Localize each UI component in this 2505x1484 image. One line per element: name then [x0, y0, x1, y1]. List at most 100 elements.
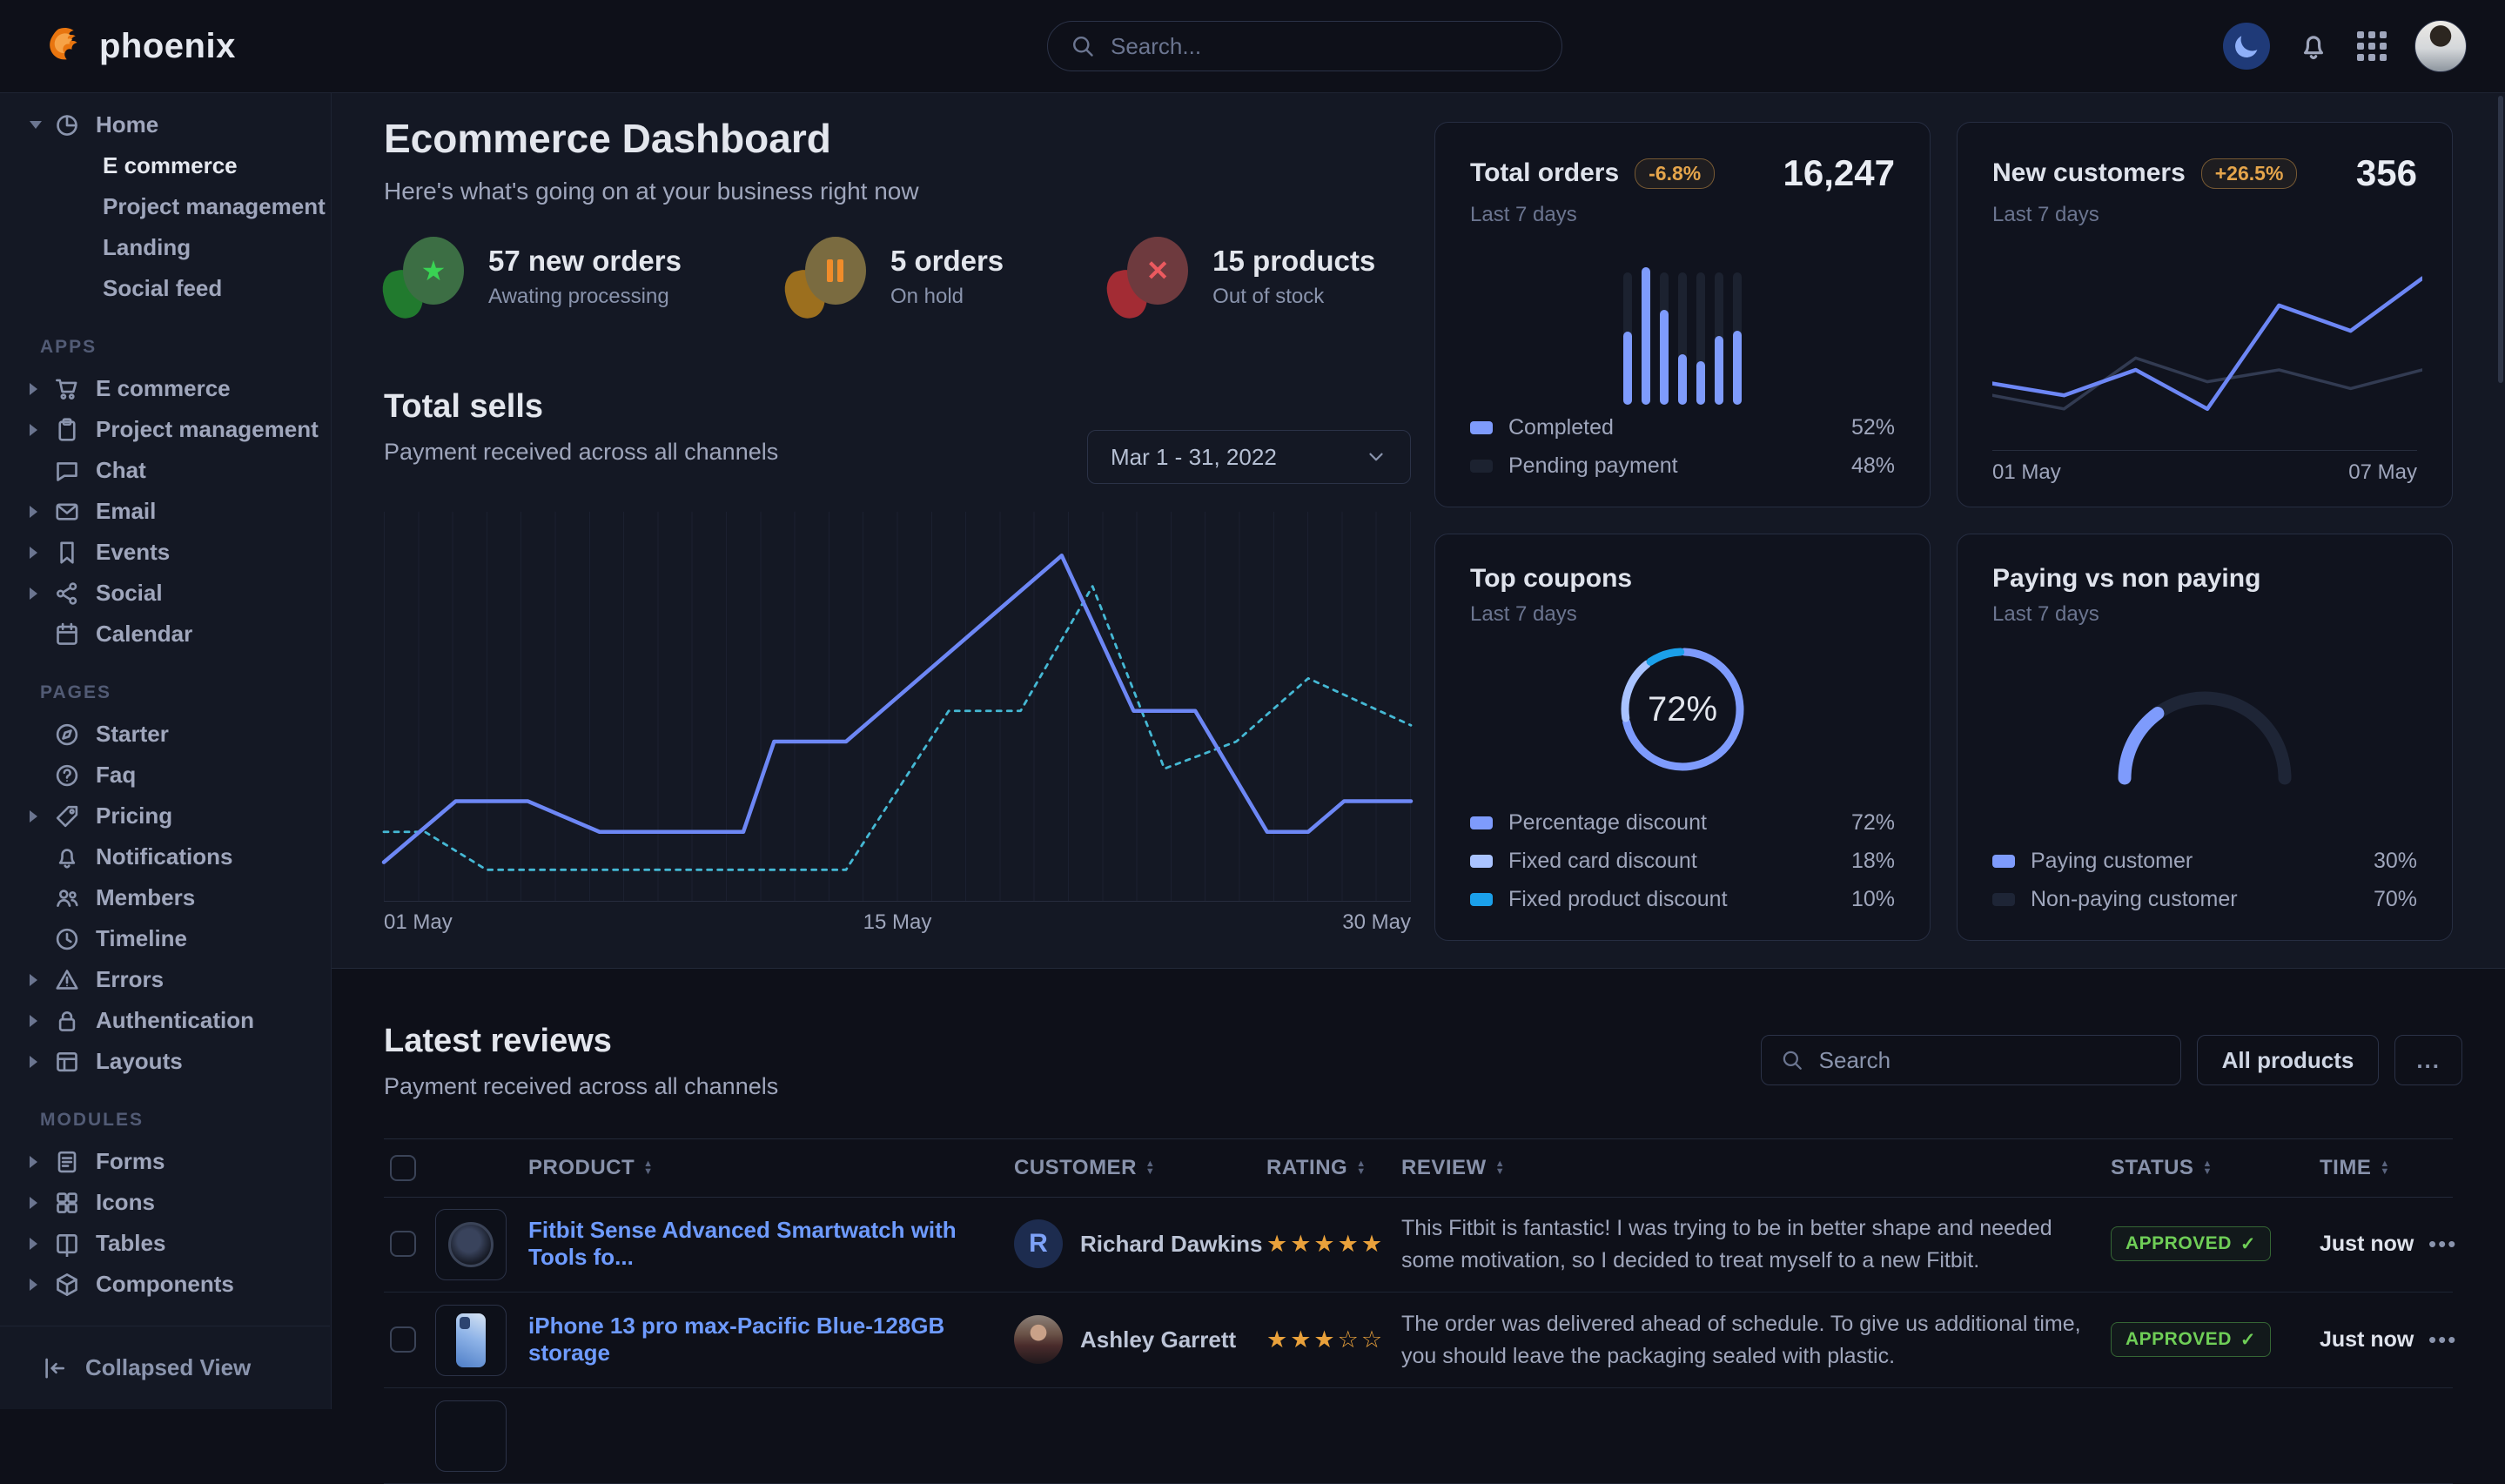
sidebar-item-faq[interactable]: Faq: [0, 755, 331, 796]
row-checkbox[interactable]: [390, 1326, 416, 1353]
column-header-time[interactable]: TIME▲▼: [2320, 1139, 2390, 1197]
column-header-review[interactable]: REVIEW▲▼: [1401, 1139, 1505, 1197]
navbar-search[interactable]: [1047, 21, 1562, 71]
order-bar: [1660, 252, 1669, 405]
column-header-status[interactable]: STATUS▲▼: [2111, 1139, 2213, 1197]
card-period: Last 7 days: [1992, 203, 2417, 227]
total-sells-subtitle: Payment received across all channels: [384, 439, 778, 466]
product-link[interactable]: iPhone 13 pro max-Pacific Blue-128GB sto…: [528, 1292, 998, 1387]
cube-icon: [54, 1272, 80, 1298]
row-checkbox[interactable]: [390, 1231, 416, 1257]
sidebar-item-project-management[interactable]: Project management: [0, 409, 331, 450]
order-bar: [1623, 252, 1632, 405]
legend-row: Percentage discount72%: [1470, 810, 1895, 836]
caret-right-icon: [30, 424, 37, 436]
notifications-button[interactable]: [2298, 30, 2329, 62]
new-customers-card: New customers +26.5% 356 Last 7 days 01 …: [1957, 122, 2453, 507]
all-products-button[interactable]: All products: [2197, 1035, 2380, 1085]
legend-label: Paying customer: [2031, 849, 2193, 874]
sidebar-item-social[interactable]: Social: [0, 573, 331, 614]
date-range-select[interactable]: Mar 1 - 31, 2022: [1087, 430, 1411, 484]
tag-icon: [54, 803, 80, 829]
legend-value: 70%: [2374, 887, 2417, 912]
trend-badge: +26.5%: [2201, 158, 2298, 189]
navbar-actions: [2223, 0, 2467, 92]
warning-icon: [54, 967, 80, 993]
paying-legend: Paying customer30%Non-paying customer70%: [1992, 849, 2417, 912]
stat-value: 57 new orders: [488, 245, 682, 278]
share-icon: [54, 581, 80, 607]
sidebar-section-label: PAGES: [0, 682, 331, 703]
legend-row: Paying customer30%: [1992, 849, 2417, 874]
sidebar-item-calendar[interactable]: Calendar: [0, 614, 331, 655]
user-avatar[interactable]: [2414, 20, 2467, 72]
latest-reviews-section: Latest reviews Payment received across a…: [332, 968, 2505, 1409]
bookmark-icon: [54, 540, 80, 566]
sidebar-subitem-landing[interactable]: Landing: [0, 227, 331, 268]
order-bar: [1696, 252, 1705, 405]
sidebar-item-authentication[interactable]: Authentication: [0, 1000, 331, 1041]
reviews-title: Latest reviews: [384, 1023, 612, 1060]
sidebar-item-errors[interactable]: Errors: [0, 959, 331, 1000]
row-more-button[interactable]: •••: [2428, 1292, 2457, 1387]
product-thumbnail: [435, 1400, 507, 1472]
brand-logo[interactable]: phoenix: [45, 0, 236, 92]
sidebar-nav: HomeE commerceProject managementLandingS…: [0, 104, 331, 1305]
sidebar-item-events[interactable]: Events: [0, 532, 331, 573]
product-link[interactable]: Fitbit Sense Advanced Smartwatch with To…: [528, 1196, 998, 1292]
sidebar-item-icons[interactable]: Icons: [0, 1182, 331, 1223]
sidebar-subitem-project-management[interactable]: Project management: [0, 186, 331, 227]
column-header-product[interactable]: PRODUCT▲▼: [528, 1139, 654, 1197]
sidebar-item-notifications[interactable]: Notifications: [0, 836, 331, 877]
search-input[interactable]: [1109, 32, 1539, 61]
mail-icon: [54, 499, 80, 525]
sidebar-section-label: APPS: [0, 337, 331, 358]
sidebar-subitem-social-feed[interactable]: Social feed: [0, 268, 331, 309]
sidebar-item-components[interactable]: Components: [0, 1264, 331, 1305]
collapse-view-button[interactable]: Collapsed View: [0, 1326, 330, 1409]
order-bar: [1642, 252, 1650, 405]
caret-right-icon: [30, 1197, 37, 1209]
stat-red: ✕15 productsOut of stock: [1108, 233, 1375, 320]
caret-right-icon: [30, 1056, 37, 1068]
main-content: Ecommerce Dashboard Here's what's going …: [332, 92, 2505, 1409]
card-period: Last 7 days: [1992, 602, 2417, 627]
status-badge: APPROVED ✓: [2111, 1226, 2271, 1261]
sidebar-item-email[interactable]: Email: [0, 491, 331, 532]
sidebar-item-layouts[interactable]: Layouts: [0, 1041, 331, 1082]
more-options-button[interactable]: ...: [2394, 1035, 2462, 1085]
top-coupons-card: Top coupons Last 7 days 72% Percentage d…: [1434, 534, 1931, 941]
x-label: 15 May: [863, 910, 932, 935]
sidebar-item-pricing[interactable]: Pricing: [0, 796, 331, 836]
sidebar-item-e-commerce[interactable]: E commerce: [0, 368, 331, 409]
page: phoenix HomeE commerceProject management…: [0, 0, 2505, 1409]
caret-right-icon: [30, 383, 37, 395]
row-more-button[interactable]: •••: [2428, 1196, 2457, 1292]
legend-value: 48%: [1851, 453, 1895, 479]
sidebar-item-home[interactable]: Home: [0, 104, 331, 145]
sidebar-item-starter[interactable]: Starter: [0, 714, 331, 755]
sidebar-subitem-e-commerce[interactable]: E commerce: [0, 145, 331, 186]
sidebar-item-timeline[interactable]: Timeline: [0, 918, 331, 959]
theme-toggle-button[interactable]: [2223, 23, 2270, 70]
select-all-checkbox[interactable]: [390, 1155, 416, 1181]
apps-grid-button[interactable]: [2357, 31, 2387, 61]
scrollbar-thumb[interactable]: [2498, 96, 2503, 383]
table-row: Fitbit Sense Advanced Smartwatch with To…: [384, 1196, 2453, 1293]
x-label: 01 May: [1992, 460, 2061, 485]
x-label: 01 May: [384, 910, 453, 935]
sort-icon: ▲▼: [2202, 1160, 2212, 1176]
column-header-rating[interactable]: RATING▲▼: [1266, 1139, 1367, 1197]
legend-label: Fixed product discount: [1508, 887, 1728, 912]
sidebar-item-tables[interactable]: Tables: [0, 1223, 331, 1264]
pause-icon: [827, 259, 843, 282]
reviews-search[interactable]: [1761, 1035, 2181, 1085]
clipboard-icon: [54, 417, 80, 443]
column-header-customer[interactable]: CUSTOMER▲▼: [1014, 1139, 1155, 1197]
reviews-search-input[interactable]: [1817, 1046, 2161, 1075]
customer-name: Richard Dawkins: [1080, 1196, 1263, 1292]
sidebar-item-chat[interactable]: Chat: [0, 450, 331, 491]
users-icon: [54, 885, 80, 911]
sidebar-item-members[interactable]: Members: [0, 877, 331, 918]
sidebar-item-forms[interactable]: Forms: [0, 1141, 331, 1182]
